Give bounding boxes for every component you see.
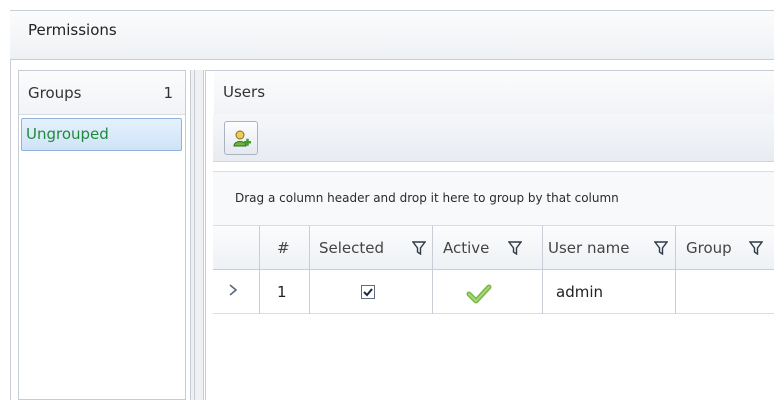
group-item-ungrouped[interactable]: Ungrouped [21,118,182,151]
filter-icon[interactable] [507,240,523,256]
groups-count: 1 [163,84,173,102]
column-header-selected[interactable]: Selected [319,239,384,257]
column-separator [309,270,310,314]
filter-icon[interactable] [411,240,427,256]
group-item-label: Ungrouped [26,125,109,143]
add-user-icon [232,129,252,149]
column-separator [259,226,260,269]
selected-checkbox[interactable] [361,285,375,299]
filter-icon[interactable] [653,240,669,256]
column-header-number[interactable]: # [277,239,290,257]
column-separator [309,226,310,269]
column-separator [259,270,260,314]
table-row[interactable] [213,270,774,314]
filter-icon[interactable] [748,240,764,256]
row-number: 1 [277,283,287,301]
groups-panel: Groups 1 Ungrouped [18,70,186,400]
column-separator [675,270,676,314]
permissions-header [10,11,774,60]
chevron-right-icon [227,282,239,302]
groups-title: Groups [28,84,82,102]
column-header-active[interactable]: Active [443,239,489,257]
users-title: Users [223,83,266,101]
column-header-group[interactable]: Group [686,239,732,257]
window-top-strip [0,0,774,8]
column-separator [432,226,433,269]
column-separator [432,270,433,314]
page-title: Permissions [28,21,117,39]
user-name-cell: admin [556,283,603,301]
users-header [214,71,774,115]
users-toolbar [213,114,774,162]
column-header-user-name[interactable]: User name [548,239,630,257]
checkmark-icon [466,283,492,305]
column-separator [542,270,543,314]
column-separator [675,226,676,269]
group-by-hint: Drag a column header and drop it here to… [235,191,619,205]
add-user-button[interactable] [224,121,258,155]
groups-header: Groups 1 [19,71,185,115]
column-separator [542,226,543,269]
panel-splitter[interactable] [190,70,204,400]
